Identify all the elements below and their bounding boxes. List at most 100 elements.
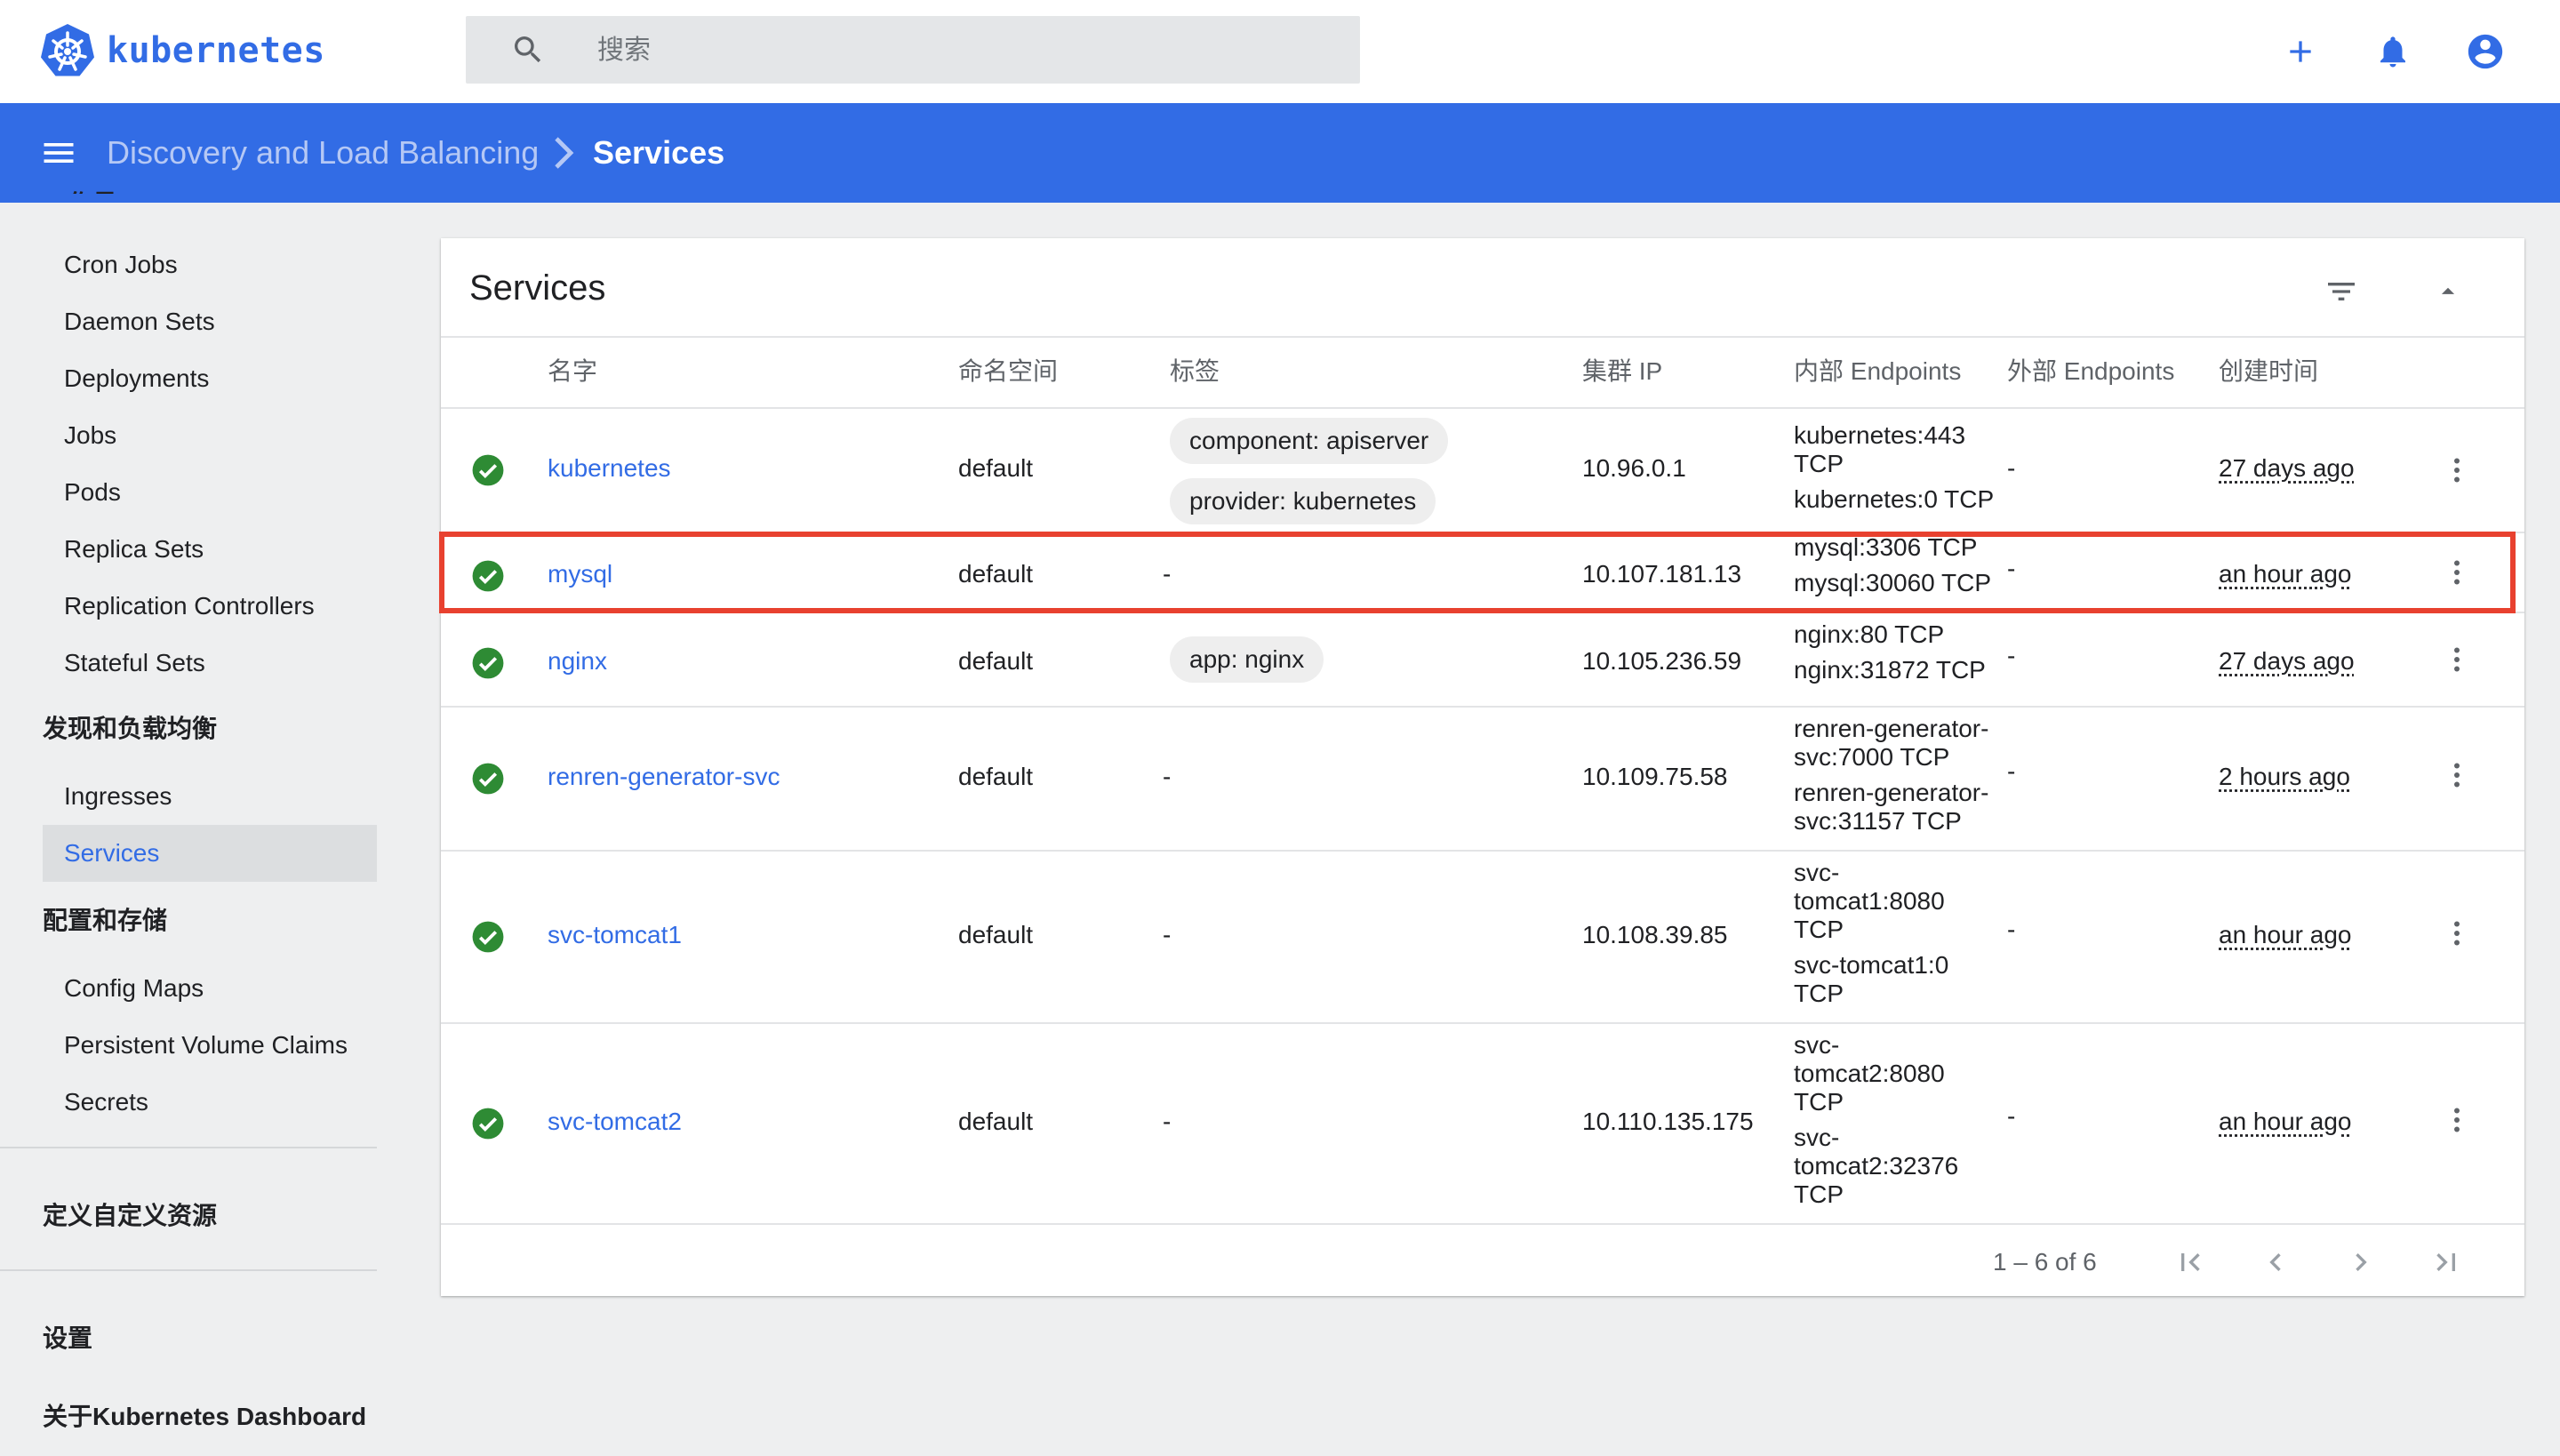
service-name-link[interactable]: mysql — [548, 560, 612, 588]
notifications-button[interactable] — [2368, 27, 2418, 76]
sidebar-item-daemon-sets[interactable]: Daemon Sets — [43, 293, 377, 350]
service-name-link[interactable]: nginx — [548, 647, 607, 676]
sidebar-item-ingresses[interactable]: Ingresses — [43, 768, 377, 825]
row-actions-button[interactable] — [2441, 551, 2473, 594]
menu-icon — [44, 143, 74, 163]
sidebar-item-settings[interactable]: 设置 — [43, 1310, 92, 1367]
row-actions-button[interactable] — [2441, 912, 2473, 955]
sidebar-item-replication-controllers[interactable]: Replication Controllers — [43, 578, 377, 635]
sidebar-item-secrets[interactable]: Secrets — [43, 1074, 377, 1131]
labels-cell: - — [1163, 1108, 1172, 1135]
sidebar-item-stateful-sets[interactable]: Stateful Sets — [43, 635, 377, 692]
external-endpoints-cell: - — [2007, 454, 2016, 482]
first-page-button[interactable] — [2165, 1237, 2215, 1287]
breadcrumb-parent[interactable]: Discovery and Load Balancing — [107, 103, 539, 203]
service-name-link[interactable]: svc-tomcat2 — [548, 1108, 682, 1136]
collapse-button[interactable] — [2423, 267, 2473, 316]
app-logo-text: kubernetes — [107, 30, 325, 71]
sidebar-heading-discovery[interactable]: 发现和负载均衡 — [43, 700, 217, 757]
namespace-cell: default — [958, 921, 1034, 948]
search-icon[interactable] — [510, 32, 546, 68]
row-actions-button[interactable] — [2441, 638, 2473, 681]
service-name-link[interactable]: kubernetes — [548, 454, 671, 483]
sidebar-item-jobs[interactable]: Jobs — [43, 407, 377, 464]
nav-menu-button[interactable] — [36, 130, 82, 176]
external-endpoints-cell: - — [2007, 757, 2016, 785]
endpoint-line: nginx:31872 TCP — [1794, 656, 1986, 684]
external-endpoints-cell: - — [2007, 555, 2016, 582]
table-row: renren-generator-svc default - 10.109.75… — [441, 708, 2524, 850]
cluster-ip-cell: 10.107.181.13 — [1582, 560, 1742, 588]
label-chip: provider: kubernetes — [1170, 478, 1436, 524]
check-circle-icon — [472, 763, 504, 795]
table-row: kubernetes default component: apiserver … — [441, 409, 2524, 532]
endpoint-line: TCP — [1794, 450, 1844, 477]
service-name-link[interactable]: svc-tomcat1 — [548, 921, 682, 949]
divider — [441, 1223, 2524, 1225]
endpoint-line: svc- — [1794, 859, 1840, 886]
next-page-icon — [2356, 1253, 2367, 1271]
last-page-button[interactable] — [2421, 1237, 2471, 1287]
endpoint-line: mysql:3306 TCP — [1794, 533, 1978, 561]
prev-page-icon — [2269, 1253, 2281, 1271]
sidebar-item-about[interactable]: 关于Kubernetes Dashboard — [43, 1388, 366, 1445]
more-vert-icon — [2454, 560, 2460, 585]
endpoint-line: svc- — [1794, 1031, 1840, 1059]
column-header-created[interactable]: 创建时间 — [2219, 338, 2318, 405]
row-actions-button[interactable] — [2441, 1099, 2473, 1141]
filter-button[interactable] — [2316, 267, 2366, 316]
endpoint-line: svc:7000 TCP — [1794, 743, 1950, 771]
endpoint-line: renren-generator- — [1794, 715, 1989, 742]
sidebar-item-config-maps[interactable]: Config Maps — [43, 960, 377, 1017]
column-header-namespace: 命名空间 — [958, 357, 1059, 385]
cluster-ip-cell: 10.110.135.175 — [1582, 1108, 1754, 1135]
sidebar-item-pods[interactable]: Pods — [43, 464, 377, 521]
check-circle-icon — [472, 560, 504, 592]
app-logo[interactable]: kubernetes — [39, 21, 325, 80]
chevron-right-icon — [555, 137, 574, 169]
row-actions-button[interactable] — [2441, 449, 2473, 492]
internal-endpoints-cell: svc- tomcat2:8080 TCP svc- tomcat2:32376… — [1794, 1031, 1998, 1209]
endpoint-line: svc- — [1794, 1124, 1840, 1151]
column-header-external-endpoints: 外部 Endpoints — [2007, 357, 2175, 385]
endpoint-line: TCP — [1794, 980, 1844, 1007]
last-page-icon — [2436, 1253, 2455, 1271]
namespace-cell: default — [958, 647, 1034, 675]
sidebar-item-crd[interactable]: 定义自定义资源 — [43, 1188, 217, 1244]
label-chip: app: nginx — [1170, 636, 1324, 683]
row-actions-button[interactable] — [2441, 754, 2473, 796]
more-vert-icon — [2454, 921, 2460, 946]
column-header-internal-endpoints: 内部 Endpoints — [1794, 357, 1962, 385]
service-name-link[interactable]: renren-generator-svc — [548, 763, 780, 791]
internal-endpoints-cell: kubernetes:443 TCP kubernetes:0 TCP — [1794, 421, 1998, 514]
namespace-cell: default — [958, 763, 1034, 790]
account-button[interactable] — [2460, 27, 2510, 76]
endpoint-line: TCP — [1794, 1088, 1844, 1116]
sidebar-item-replica-sets[interactable]: Replica Sets — [43, 521, 377, 578]
create-button[interactable] — [2276, 27, 2325, 76]
cluster-ip-cell: 10.105.236.59 — [1582, 647, 1742, 675]
external-endpoints-cell: - — [2007, 916, 2016, 943]
sidebar-divider — [0, 1147, 377, 1148]
pagination-range: 1 – 6 of 6 — [1993, 1248, 2097, 1276]
endpoint-line: kubernetes:0 TCP — [1794, 485, 1995, 513]
next-page-button[interactable] — [2336, 1237, 2386, 1287]
internal-endpoints-cell: svc- tomcat1:8080 TCP svc-tomcat1:0 TCP — [1794, 859, 1998, 1008]
search-input[interactable] — [597, 16, 1326, 84]
filter-icon — [2328, 283, 2355, 300]
more-vert-icon — [2454, 1108, 2460, 1132]
sidebar-item-deployments[interactable]: Deployments — [43, 350, 377, 407]
sidebar-item-services[interactable]: Services — [43, 825, 377, 882]
column-header-name[interactable]: 名字 — [548, 338, 597, 405]
endpoint-line: tomcat2:32376 — [1794, 1152, 1959, 1180]
sidebar-item-persistent-volume-claims[interactable]: Persistent Volume Claims — [43, 1017, 377, 1074]
more-vert-icon — [2454, 763, 2460, 788]
sidebar-heading-workloads[interactable]: 工作量 — [43, 181, 117, 194]
sidebar-heading-config[interactable]: 配置和存储 — [43, 892, 167, 949]
cluster-ip-cell: 10.96.0.1 — [1582, 454, 1686, 482]
table-row: nginx default app: nginx 10.105.236.59 n… — [441, 613, 2524, 706]
sidebar-item-cron-jobs[interactable]: Cron Jobs — [43, 236, 377, 293]
created-age: an hour ago — [2219, 560, 2352, 588]
prev-page-button[interactable] — [2251, 1237, 2300, 1287]
top-bar: kubernetes — [0, 0, 2560, 103]
